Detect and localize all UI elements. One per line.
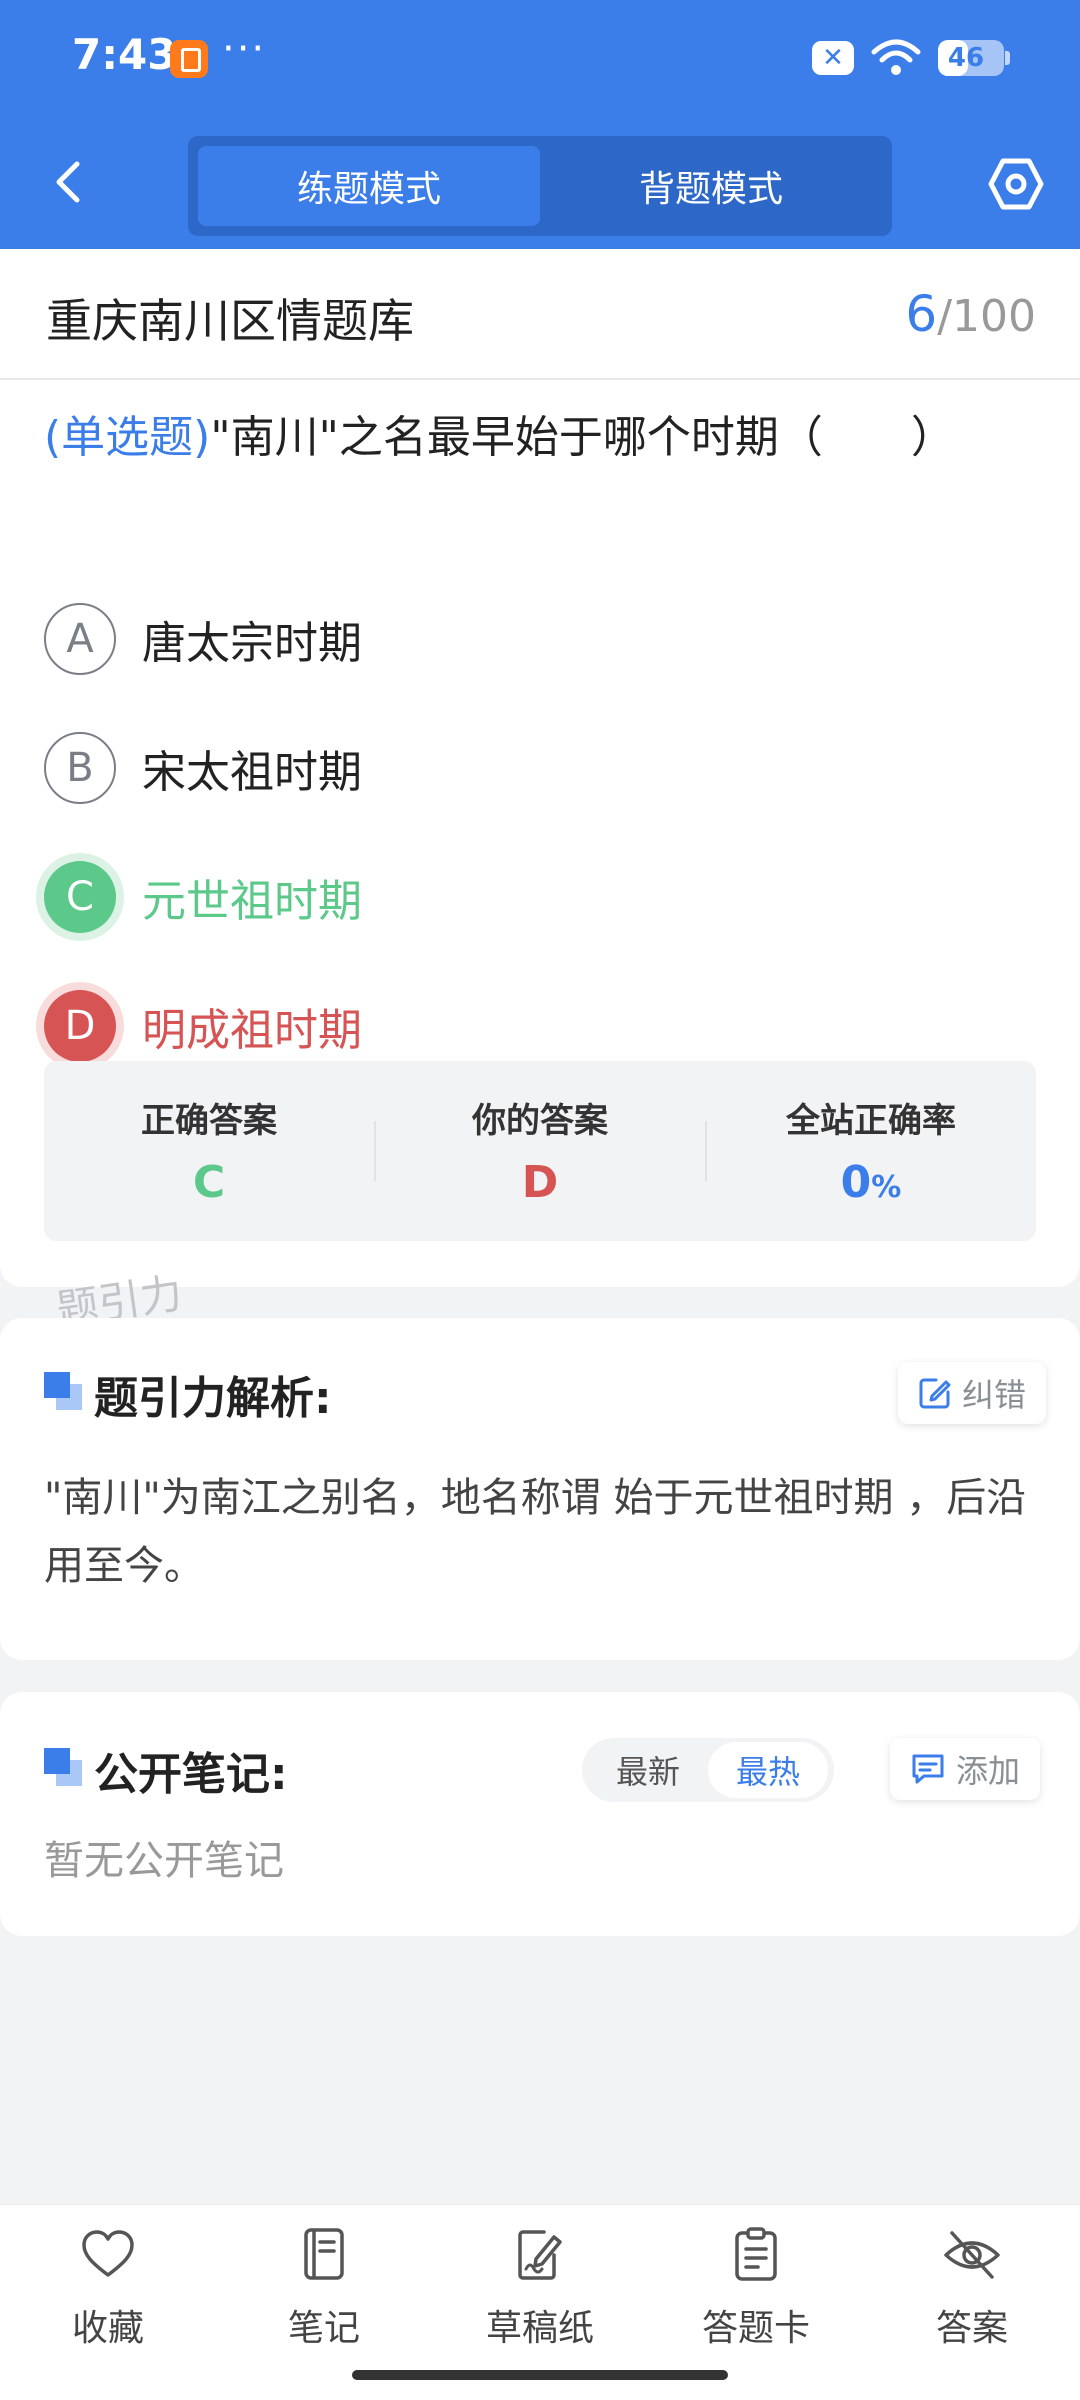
your-answer: 你的答案 D [375, 1061, 705, 1241]
mode-toggle: 练题模式 背题模式 [188, 136, 892, 236]
option-letter: A [44, 603, 116, 675]
toolbar-answer-card[interactable]: 答题卡 [648, 2225, 864, 2355]
status-indicators: ✕ 46 [812, 38, 1010, 78]
toolbar-label: 答案 [935, 2308, 1008, 2349]
question-card: 重庆南川区情题库 6/100 (单选题)"南川"之名最早始于哪个时期（ ） A … [0, 249, 1080, 1287]
option-letter: B [44, 732, 116, 804]
notes-sort-toggle: 最新 最热 [582, 1738, 834, 1802]
option-letter-wrong: D [44, 990, 116, 1062]
option-letter-correct: C [44, 861, 116, 933]
option-b[interactable]: B 宋太祖时期 [44, 730, 944, 806]
sort-hot[interactable]: 最热 [708, 1742, 828, 1798]
status-bar: 7:43 ··· ✕ 46 [0, 0, 1080, 120]
notes-empty-text: 暂无公开笔记 [44, 1838, 284, 1884]
toolbar-draft[interactable]: 草稿纸 [432, 2225, 648, 2355]
answer-summary: 正确答案 C 你的答案 D 全站正确率 0% [44, 1061, 1036, 1241]
report-error-label: 纠错 [962, 1376, 1027, 1414]
notes-title: 公开笔记: [94, 1749, 288, 1800]
your-answer-label: 你的答案 [472, 1101, 608, 1141]
progress-current: 6 [905, 285, 938, 343]
tab-memorize-mode[interactable]: 背题模式 [540, 146, 882, 226]
add-note-button[interactable]: 添加 [890, 1738, 1041, 1800]
edit-icon [919, 1378, 951, 1409]
correct-answer-label: 正确答案 [141, 1101, 277, 1141]
tab-practice-mode[interactable]: 练题模式 [198, 146, 540, 226]
notes-card: 公开笔记: 最新 最热 添加 暂无公开笔记 [0, 1692, 1080, 1936]
analysis-text: "南川"为南江之别名，地名称谓 始于元世祖时期 ，后沿用至今。 [44, 1475, 1027, 1589]
battery-icon: 46 [938, 40, 1010, 76]
toolbar-label: 草稿纸 [485, 2308, 594, 2349]
toolbar-label: 收藏 [71, 2308, 144, 2349]
accuracy-rate: 全站正确率 0% [706, 1061, 1036, 1241]
toolbar-answer[interactable]: 答案 [864, 2225, 1080, 2355]
your-answer-value: D [521, 1157, 559, 1208]
option-text: 唐太宗时期 [142, 618, 362, 669]
bank-title: 重庆南川区情题库 [46, 294, 414, 348]
accuracy-label: 全站正确率 [786, 1101, 956, 1141]
no-sim-icon: ✕ [812, 41, 854, 75]
toolbar-label: 笔记 [287, 2308, 360, 2349]
shopping-app-icon [170, 40, 208, 78]
toolbar-notes[interactable]: 笔记 [216, 2225, 432, 2355]
comment-icon [912, 1754, 944, 1784]
question-type: (单选题) [44, 412, 211, 463]
home-indicator[interactable] [352, 2370, 728, 2380]
status-more: ··· [222, 26, 267, 72]
draft-icon [518, 2230, 562, 2280]
answer-card-icon [735, 2227, 777, 2281]
progress-total: 100 [952, 291, 1036, 342]
toolbar-favorite[interactable]: 收藏 [0, 2225, 216, 2355]
settings-button[interactable] [986, 154, 1046, 214]
correct-answer: 正确答案 C [44, 1061, 374, 1241]
option-a[interactable]: A 唐太宗时期 [44, 601, 944, 677]
nav-row: 练题模式 背题模式 [0, 132, 1080, 238]
wifi-icon [871, 39, 921, 75]
option-text: 元世祖时期 [142, 876, 362, 927]
battery-level: 46 [947, 43, 985, 73]
option-c[interactable]: C 元世祖时期 [44, 859, 944, 935]
option-text: 宋太祖时期 [142, 747, 362, 798]
progress-separator: / [937, 291, 953, 342]
app-header: 7:43 ··· ✕ 46 练题模式 背题模式 [0, 0, 1080, 249]
status-time: 7:43 [72, 30, 177, 79]
eye-off-icon [944, 2231, 1000, 2279]
section-icon [44, 1748, 84, 1788]
accuracy-value: 0% [840, 1157, 902, 1208]
add-note-label: 添加 [956, 1752, 1021, 1790]
settings-icon [988, 158, 1044, 210]
correct-answer-value: C [192, 1157, 226, 1208]
option-d[interactable]: D 明成祖时期 [44, 988, 944, 1064]
heart-icon [82, 2230, 134, 2277]
question-progress: 6/100 [905, 285, 1036, 343]
bank-header: 重庆南川区情题库 6/100 [0, 249, 1080, 380]
section-icon [44, 1372, 84, 1412]
chevron-left-icon [56, 161, 80, 203]
report-error-button[interactable]: 纠错 [898, 1362, 1047, 1424]
sort-latest[interactable]: 最新 [588, 1742, 708, 1798]
question-stem: (单选题)"南川"之名最早始于哪个时期（ ） [44, 406, 1044, 470]
question-text: "南川"之名最早始于哪个时期（ ） [210, 412, 955, 463]
back-button[interactable] [38, 152, 98, 212]
option-text: 明成祖时期 [142, 1005, 362, 1056]
notebook-icon [304, 2228, 344, 2280]
toolbar-label: 答题卡 [701, 2308, 810, 2349]
analysis-card: 题引力解析: 纠错 "南川"为南江之别名，地名称谓 始于元世祖时期 ，后沿用至今… [0, 1318, 1080, 1660]
analysis-title: 题引力解析: [94, 1373, 332, 1424]
